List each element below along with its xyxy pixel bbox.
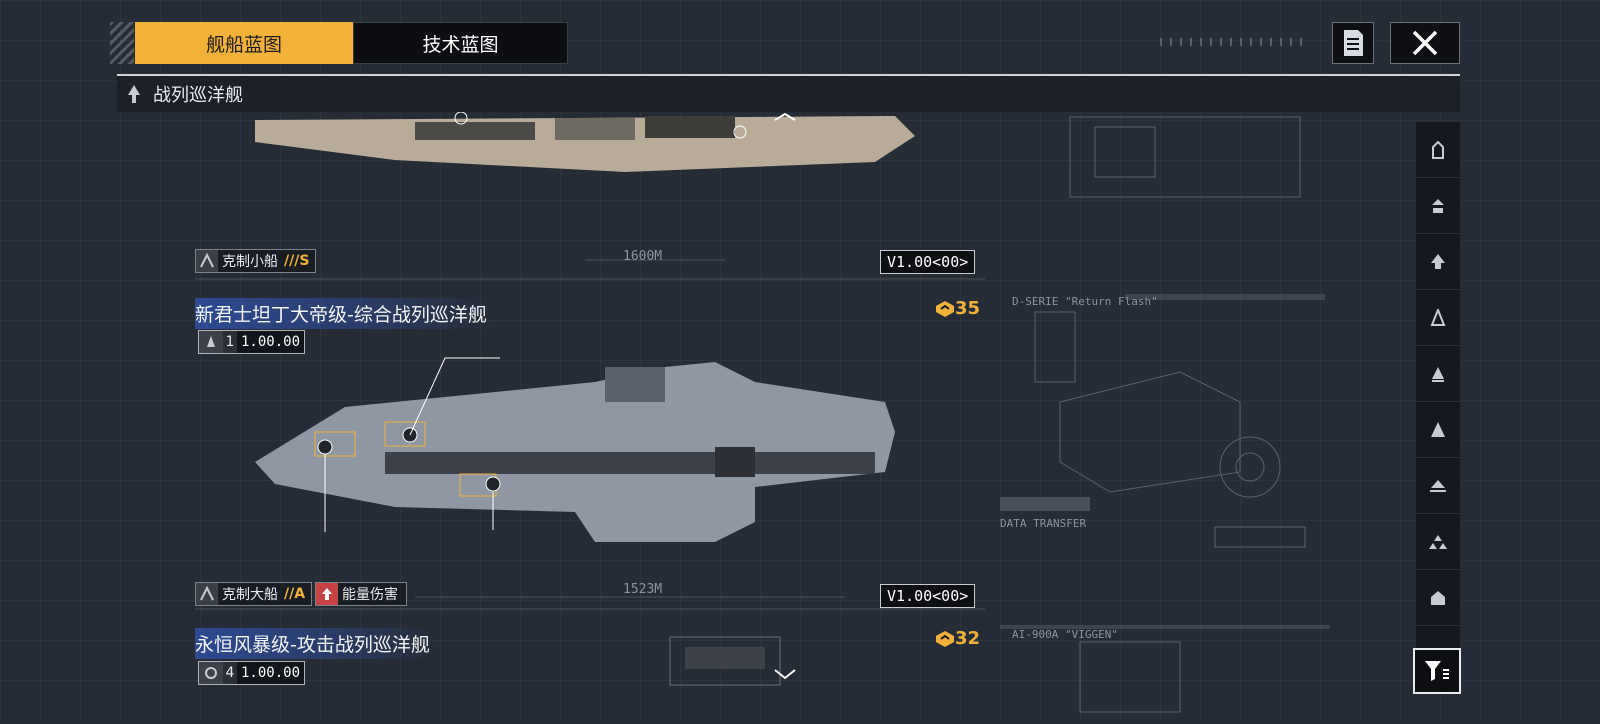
ship-2-damage-type: 能量伤害: [315, 582, 407, 606]
destroyer-filter[interactable]: [1416, 346, 1460, 402]
class-3-filter[interactable]: [1416, 234, 1460, 290]
counter-label: 克制小船: [222, 254, 278, 270]
stat-value: 1.00.00: [241, 665, 301, 681]
tab-ship-blueprint[interactable]: 舰船蓝图: [135, 22, 353, 64]
filter-icon: [1425, 661, 1449, 681]
stat-count: 1: [223, 331, 237, 353]
ship-2-name[interactable]: 新君士坦丁大帝级-综合战列巡洋舰: [195, 298, 493, 329]
ship-3-silhouette: [669, 636, 781, 686]
counter-grade: ///S: [284, 253, 310, 269]
close-button[interactable]: [1390, 22, 1460, 64]
class-2-filter[interactable]: [1416, 178, 1460, 234]
cost-value: 35: [955, 298, 981, 319]
carrier-filter[interactable]: [1416, 514, 1460, 570]
ai-900a-label: AI-900A "VIGGEN": [1012, 628, 1118, 641]
category-title: 战列巡洋舰: [153, 85, 243, 106]
ship-2-version: V1.00<00>: [880, 584, 976, 608]
cost-value: 32: [955, 628, 981, 649]
counter-icon: [196, 583, 218, 605]
cruiser-filter[interactable]: [1416, 402, 1460, 458]
class-1-filter[interactable]: [1416, 122, 1460, 178]
info-button[interactable]: [1332, 22, 1374, 64]
ship-2-counter-tag: 克制大船 //A: [195, 582, 313, 606]
frigate-filter[interactable]: [1416, 290, 1460, 346]
ship-2-cost: 35: [935, 298, 980, 319]
cruiser-icon: [1431, 421, 1445, 437]
ship-1-counter-tag: 克制小船 ///S: [195, 249, 317, 273]
counter-label: 克制大船: [222, 587, 278, 603]
data-transfer-label: DATA TRANSFER: [1000, 517, 1087, 530]
close-icon: [1412, 30, 1438, 56]
ship-2-silhouette: [255, 357, 895, 542]
ship-3-name[interactable]: 永恒风暴级-攻击战列巡洋舰: [195, 628, 436, 659]
stat-count: 4: [223, 662, 237, 684]
tab-tech-blueprint[interactable]: 技术蓝图: [353, 22, 568, 64]
battlecruiser-icon: [1430, 479, 1446, 492]
frigate-icon: [1430, 308, 1446, 326]
energy-damage-icon: [316, 583, 338, 605]
battleship-filter[interactable]: [1416, 570, 1460, 626]
ship-class-icon: [199, 331, 223, 353]
blueprint-decoration: DATA TRANSFER D-SERIE "Return Flash" AI-…: [1000, 112, 1400, 720]
ship-class-sidebar: [1416, 122, 1460, 692]
carrier-icon: [1429, 534, 1447, 549]
counter-icon: [196, 250, 218, 272]
command-point-icon: [936, 630, 954, 647]
decor-stripe: [110, 22, 134, 64]
ship-2-length: 1523M: [623, 582, 663, 597]
class-2-icon: [1432, 198, 1444, 213]
battleship-icon: [1431, 590, 1445, 605]
ship-1-length: 1600M: [623, 249, 663, 264]
ship-class-icon: [199, 662, 223, 684]
decor-ticks: [1160, 38, 1310, 46]
category-bar: 战列巡洋舰: [117, 74, 1460, 112]
ship-3-cost: 32: [935, 628, 980, 649]
destroyer-icon: [1432, 366, 1444, 382]
class-1-icon: [1432, 140, 1444, 159]
d-series-label: D-SERIE "Return Flash": [1012, 295, 1158, 308]
ship-2-stat: 1 1.00.00: [198, 330, 306, 354]
filter-button[interactable]: [1413, 648, 1461, 694]
damage-label: 能量伤害: [342, 587, 398, 603]
ship-list[interactable]: 克制小船 ///S 1600M V1.00<00> 新君士坦丁大帝级-综合战列巡…: [195, 112, 985, 720]
document-icon: [1344, 30, 1363, 56]
class-3-icon: [1431, 253, 1445, 269]
top-bar: 舰船蓝图 技术蓝图: [110, 22, 1460, 64]
command-point-icon: [936, 300, 954, 317]
battlecruiser-icon: [128, 85, 140, 103]
counter-grade: //A: [284, 586, 306, 602]
ship-3-stat: 4 1.00.00: [198, 661, 306, 685]
scroll-down-icon: [774, 669, 796, 680]
stat-value: 1.00.00: [241, 334, 301, 350]
ship-1-silhouette: [255, 112, 915, 172]
ship-1-version: V1.00<00>: [880, 250, 976, 274]
battlecruiser-filter[interactable]: [1416, 458, 1460, 514]
